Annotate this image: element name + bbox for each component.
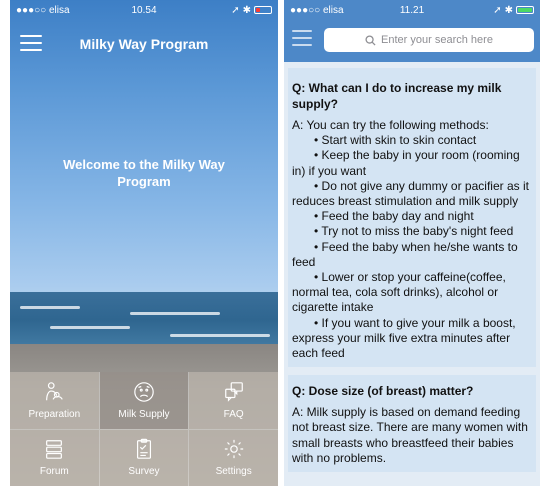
faq-item[interactable]: Q: What can I do to increase my milk sup… (288, 68, 536, 368)
carrier-label: ●●●○○ elisa (290, 4, 344, 16)
tile-label: Milk Supply (118, 408, 170, 420)
method-item: • Do not give any dummy or pacifier as i… (292, 178, 529, 209)
answer-intro: A: You can try the following methods: (292, 118, 489, 132)
forum-button[interactable]: Forum (10, 429, 99, 486)
method-item: • Try not to miss the baby's night feed (314, 224, 514, 239)
method-item: • If you want to give your milk a boost,… (292, 315, 516, 361)
method-item: • Feed the baby day and night (314, 209, 474, 224)
tile-label: Forum (39, 466, 69, 478)
location-icon: ➚ (231, 4, 240, 16)
location-icon: ➚ (493, 4, 502, 16)
method-item: • Start with skin to skin contact (314, 133, 477, 148)
search-placeholder: Enter your search here (381, 34, 493, 46)
faq-item[interactable]: Q: Dose size (of breast) matter? A: Milk… (288, 375, 536, 473)
status-bar: ●●●○○ elisa 11.21 ➚ ✱ (284, 0, 540, 20)
forum-stack-icon (46, 440, 63, 460)
search-input[interactable]: Enter your search here (324, 28, 534, 52)
worried-face-icon (134, 381, 154, 402)
page-title: Milky Way Program (79, 36, 209, 52)
battery-icon (516, 6, 534, 14)
faq-list: Q: What can I do to increase my milk sup… (284, 62, 540, 486)
gear-icon (224, 440, 243, 459)
carrier-label: ●●●○○ elisa (16, 4, 70, 16)
milk-supply-button[interactable]: Milk Supply (99, 372, 189, 429)
nav-bar: Milky Way Program (10, 26, 278, 62)
settings-button[interactable]: Settings (189, 429, 278, 486)
home-screen: ●●●○○ elisa 10.54 ➚ ✱ Milky Way Program … (10, 0, 278, 486)
faq-question: Q: Dose size (of breast) matter? (292, 384, 474, 399)
bluetooth-icon: ✱ (504, 4, 513, 16)
preparation-button[interactable]: Preparation (10, 372, 99, 429)
faq-screen: ●●●○○ elisa 11.21 ➚ ✱ Enter your search … (284, 0, 540, 486)
tile-label: Survey (128, 466, 160, 478)
clipboard-icon (136, 439, 151, 460)
search-icon (365, 34, 376, 46)
faq-answer: A: You can try the following methods: • … (292, 118, 532, 361)
status-bar: ●●●○○ elisa 10.54 ➚ ✱ (10, 0, 278, 20)
tile-label: FAQ (223, 408, 244, 420)
battery-icon (254, 6, 272, 14)
menu-icon[interactable] (292, 30, 312, 46)
chat-bubbles-icon (224, 381, 243, 402)
method-item: • Lower or stop your caffeine(coffee, no… (292, 270, 506, 315)
faq-question: Q: What can I do to increase my milk sup… (292, 81, 502, 111)
main-menu-grid: Preparation Milk Supply FAQ Forum Survey (10, 372, 278, 486)
faq-answer: A: Milk supply is based on demand feedin… (292, 405, 528, 465)
method-item: • Keep the baby in your room (rooming in… (292, 148, 520, 178)
mother-baby-icon (46, 381, 64, 401)
menu-icon[interactable] (20, 35, 42, 51)
bluetooth-icon: ✱ (242, 4, 251, 16)
welcome-text: Welcome to the Milky Way Program (63, 157, 225, 189)
tile-label: Settings (215, 466, 252, 478)
method-item: • Feed the baby when he/she wants to fee… (292, 239, 518, 269)
faq-button[interactable]: FAQ (189, 372, 278, 429)
tile-label: Preparation (28, 408, 81, 420)
survey-button[interactable]: Survey (99, 429, 189, 486)
